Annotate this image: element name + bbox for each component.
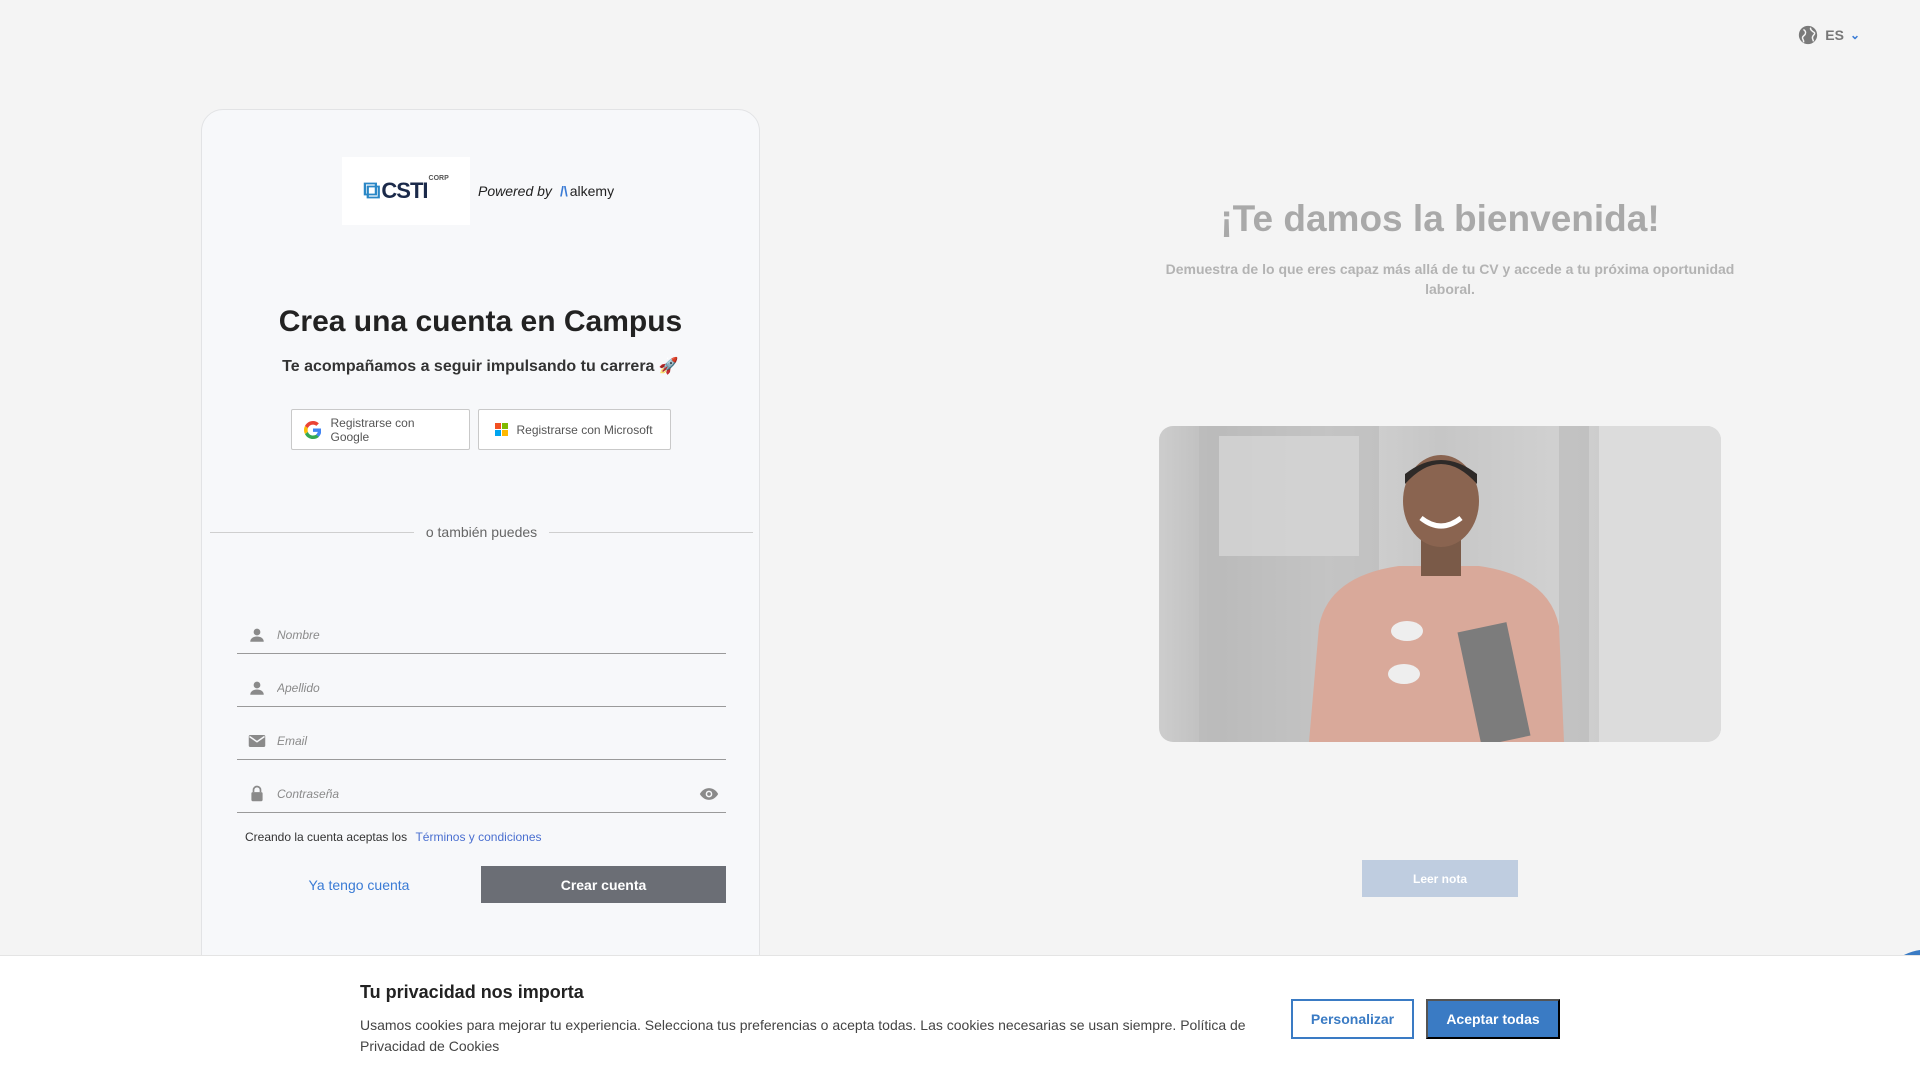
google-icon <box>303 420 321 439</box>
csti-logo: ⧉ CSTI CORP <box>342 157 470 225</box>
form-actions: Ya tengo cuenta Crear cuenta <box>237 866 726 903</box>
divider-text: o también puedes <box>425 524 538 540</box>
first-name-field <box>237 616 726 654</box>
terms-link[interactable]: Términos y condiciones <box>415 830 541 844</box>
cookie-title: Tu privacidad nos importa <box>360 982 584 1002</box>
google-signup-label: Registrarse con Google <box>330 415 415 444</box>
terms-notice: Creando la cuenta aceptas los Términos y… <box>245 830 542 844</box>
login-link[interactable]: Ya tengo cuenta <box>237 877 481 893</box>
create-account-button[interactable]: Crear cuenta <box>481 866 726 903</box>
social-signup: Registrarse con Google Registrarse con M… <box>202 409 759 450</box>
password-input[interactable] <box>277 786 692 801</box>
mail-icon <box>237 733 277 749</box>
signup-card: ⧉ CSTI CORP Powered by /\ alkemy Crea un… <box>201 109 760 1080</box>
customize-cookies-button[interactable]: Personalizar <box>1291 999 1414 1039</box>
last-name-field <box>237 669 726 707</box>
cookie-banner: Tu privacidad nos importa Usamos cookies… <box>0 955 1920 1080</box>
divider-line <box>210 531 414 533</box>
first-name-input[interactable] <box>277 627 726 642</box>
powered-by-label: Powered by <box>478 183 552 199</box>
globe-icon <box>1799 25 1818 45</box>
divider-line <box>549 531 753 533</box>
email-input[interactable] <box>277 733 726 748</box>
page-subtitle: Te acompañamos a seguir impulsando tu ca… <box>282 358 679 375</box>
terms-prefix: Creando la cuenta aceptas los <box>245 830 408 844</box>
microsoft-signup-label: Registrarse con Microsoft <box>516 422 653 437</box>
alkemy-mark-icon: /\ <box>559 183 568 199</box>
show-password-icon[interactable] <box>692 787 726 801</box>
microsoft-signup-button[interactable]: Registrarse con Microsoft <box>477 409 671 450</box>
or-divider: o también puedes <box>210 524 753 540</box>
person-icon <box>237 626 277 644</box>
password-field <box>237 775 726 813</box>
csti-mark-icon: ⧉ <box>363 177 380 204</box>
welcome-subtitle: Demuestra de lo que eres capaz más allá … <box>1165 261 1735 297</box>
person-icon <box>237 679 277 697</box>
google-signup-button[interactable]: Registrarse con Google <box>290 409 470 450</box>
alkemy-logo: /\ alkemy <box>559 183 615 199</box>
microsoft-icon <box>494 423 508 436</box>
brand-header: ⧉ CSTI CORP Powered by /\ alkemy <box>342 157 614 225</box>
hero-image <box>1159 426 1721 742</box>
language-code: ES <box>1825 27 1844 43</box>
read-note-button[interactable]: Leer nota <box>1362 860 1518 897</box>
chevron-down-icon: ⌄ <box>1849 28 1860 42</box>
email-field <box>237 722 726 760</box>
welcome-title: ¡Te damos la bienvenida! <box>1220 198 1660 239</box>
cookie-text: Usamos cookies para mejorar tu experienc… <box>360 1017 1246 1054</box>
page-title: Crea una cuenta en Campus <box>278 305 683 338</box>
accept-all-cookies-button[interactable]: Aceptar todas <box>1426 999 1560 1039</box>
lock-icon <box>237 785 277 802</box>
language-selector[interactable]: ES ⌄ <box>1797 24 1860 46</box>
last-name-input[interactable] <box>277 680 726 695</box>
